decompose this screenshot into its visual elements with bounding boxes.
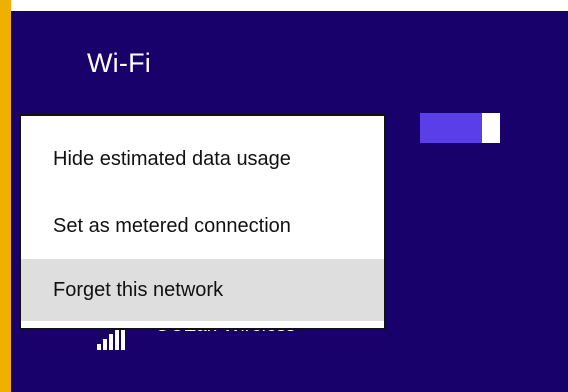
- screen: Wi-Fi OCEan Wireless Hide estimated data…: [0, 0, 568, 392]
- panel-title: Wi-Fi: [87, 48, 151, 78]
- wifi-toggle[interactable]: [420, 113, 500, 143]
- menu-item-forget-this-network[interactable]: Forget this network: [21, 259, 384, 321]
- wifi-toggle-thumb[interactable]: [482, 113, 500, 143]
- menu-item-hide-estimated-data-usage[interactable]: Hide estimated data usage: [21, 128, 384, 190]
- accent-edge: [0, 0, 11, 392]
- wifi-toggle-track: [420, 113, 490, 143]
- network-context-menu: Hide estimated data usage Set as metered…: [19, 114, 386, 330]
- menu-item-set-as-metered-connection[interactable]: Set as metered connection: [21, 195, 384, 257]
